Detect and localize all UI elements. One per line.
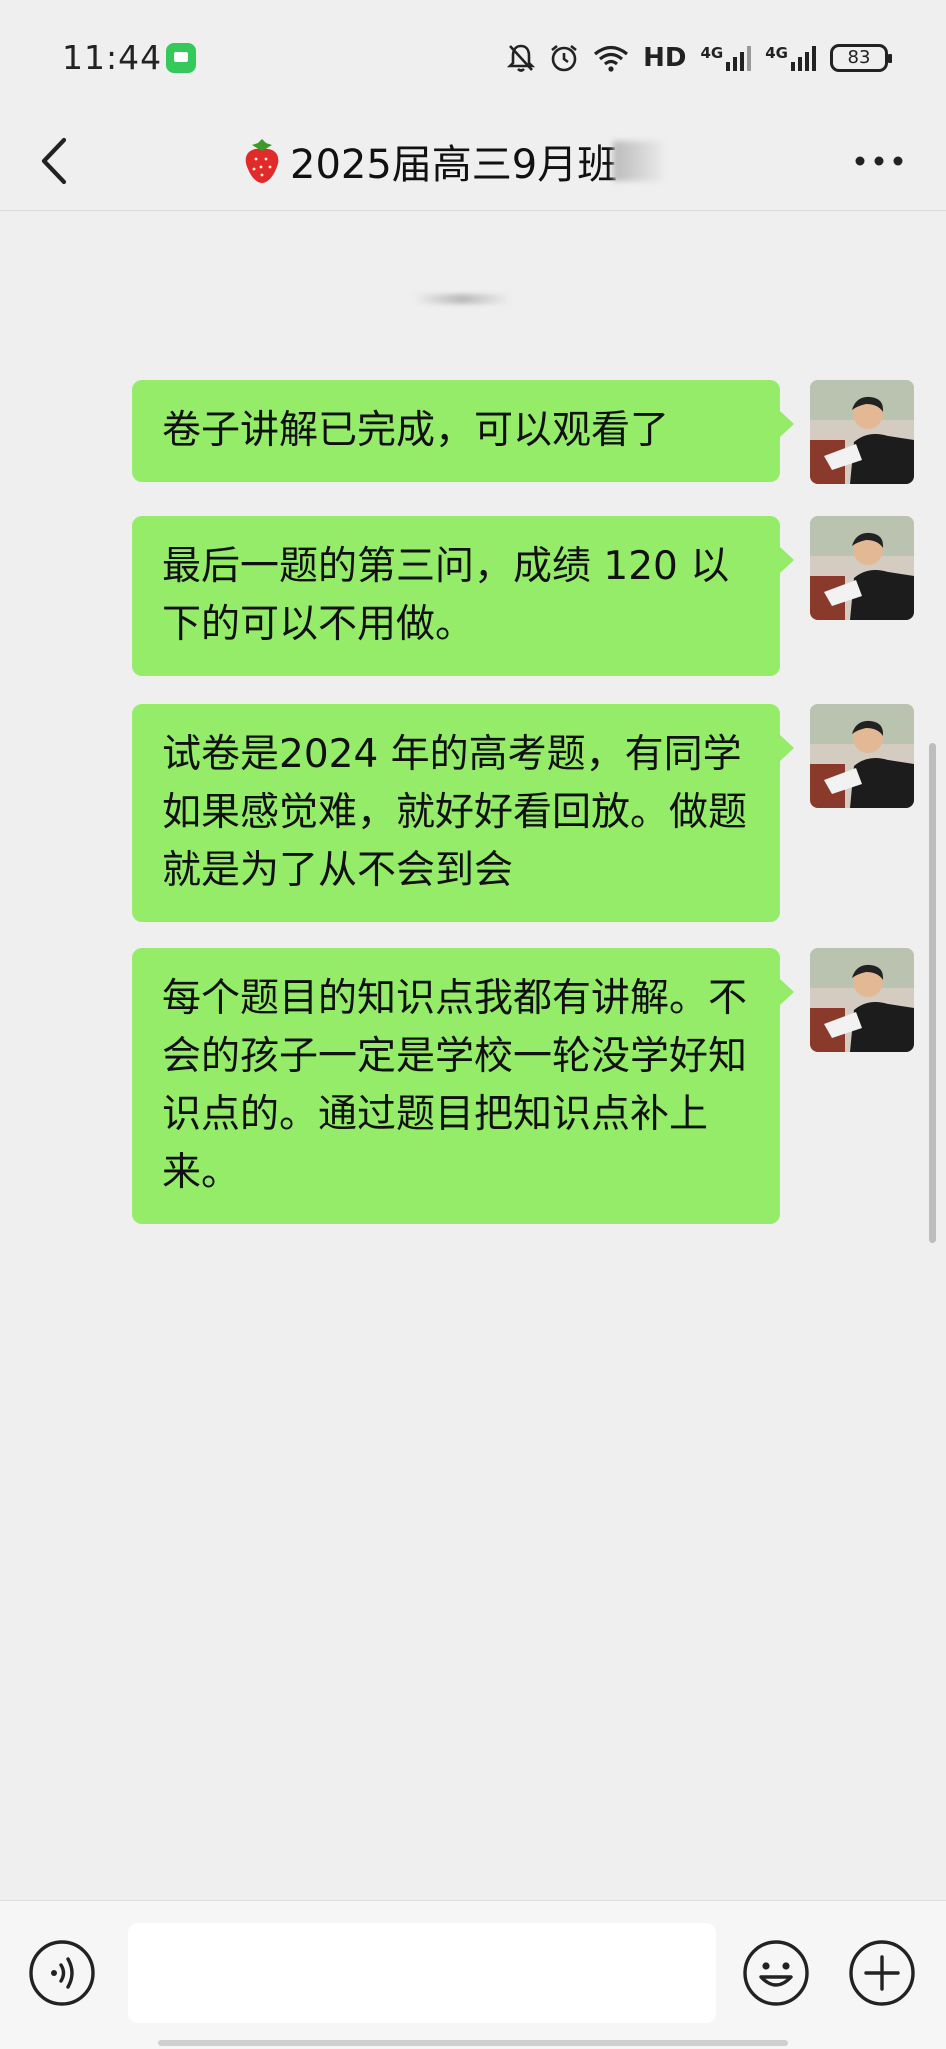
message-bubble[interactable]: 试卷是2024 年的高考题，有同学如果感觉难，就好好看回放。做题就是为了从不会到…: [132, 704, 794, 922]
home-indicator: [158, 2040, 788, 2046]
avatar[interactable]: [810, 704, 914, 808]
signal-icon: [791, 46, 816, 71]
avatar-image: [810, 948, 914, 1052]
avatar-image: [810, 516, 914, 620]
chat-title: 2025届高三9月班: [240, 126, 664, 196]
notification-app-icon: [166, 43, 196, 73]
avatar[interactable]: [810, 380, 914, 484]
more-icon: [855, 156, 903, 166]
message-input[interactable]: [128, 1923, 716, 2023]
hd-label: HD: [643, 43, 687, 73]
message-bubble[interactable]: 每个题目的知识点我都有讲解。不会的孩子一定是学校一轮没学好知识点的。通过题目把知…: [132, 948, 794, 1224]
plus-button[interactable]: [848, 1939, 916, 2007]
header-divider: [0, 210, 946, 211]
redacted-area: [613, 141, 664, 181]
scrollbar[interactable]: [929, 743, 936, 1243]
message-bubble[interactable]: 最后一题的第三问，成绩 120 以下的可以不用做。: [132, 516, 794, 676]
avatar[interactable]: [810, 516, 914, 620]
alarm-icon: [551, 44, 577, 72]
voice-button[interactable]: [28, 1939, 96, 2007]
back-button[interactable]: [30, 126, 80, 196]
status-bar: 11:44 HD 4G 4G 83: [0, 0, 946, 116]
page-title: 2025届高三9月班: [290, 142, 618, 188]
battery-icon: 83: [830, 44, 892, 72]
input-bar: [0, 1900, 946, 2049]
back-arrow-icon: [41, 137, 67, 185]
emoji-button[interactable]: [742, 1939, 810, 2007]
mute-bell-icon: [507, 44, 536, 72]
chat-header: 2025届高三9月班: [0, 116, 946, 210]
emoji-icon: [743, 1940, 809, 2006]
message-bubble[interactable]: 卷子讲解已完成，可以观看了: [132, 380, 794, 482]
network-type-label: 4G: [765, 44, 788, 62]
signal-2: 4G: [765, 44, 816, 72]
voice-icon: [29, 1940, 95, 2006]
signal-1: 4G: [701, 44, 752, 72]
avatar-image: [810, 704, 914, 808]
status-icons: HD 4G 4G 83: [507, 38, 892, 78]
more-button[interactable]: [852, 146, 906, 176]
redacted-timestamp: [414, 294, 510, 304]
wifi-icon: [594, 45, 629, 72]
strawberry-icon: [245, 139, 279, 183]
status-time: 11:44: [62, 38, 163, 77]
plus-icon: [849, 1940, 915, 2006]
avatar[interactable]: [810, 948, 914, 1052]
avatar-image: [810, 380, 914, 484]
network-type-label: 4G: [700, 44, 724, 62]
signal-icon: [726, 46, 752, 71]
